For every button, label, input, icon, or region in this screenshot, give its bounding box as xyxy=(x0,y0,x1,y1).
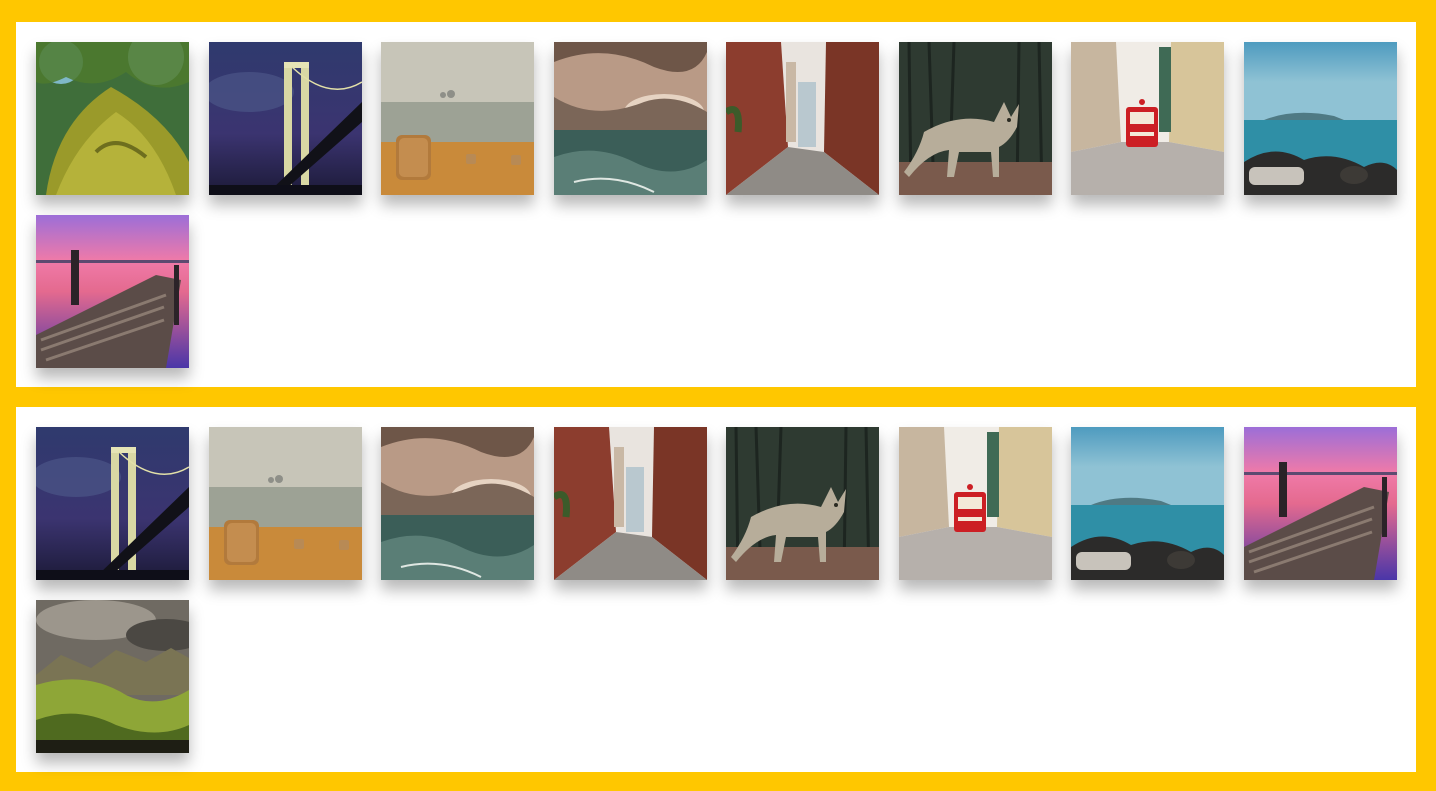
bridge-night-image[interactable] xyxy=(36,427,189,580)
pink-pier-image[interactable] xyxy=(1244,427,1397,580)
alley-image[interactable] xyxy=(554,427,707,580)
red-tram-street-image[interactable] xyxy=(1071,42,1224,195)
coyote-image[interactable] xyxy=(726,427,879,580)
coast-rocks-image[interactable] xyxy=(1071,427,1224,580)
sea-sunset-image[interactable] xyxy=(554,42,707,195)
coast-rocks-image[interactable] xyxy=(1244,42,1397,195)
gallery-panel-1 xyxy=(16,22,1416,387)
pink-pier-image[interactable] xyxy=(36,215,189,368)
red-tram-street-image[interactable] xyxy=(899,427,1052,580)
sea-sunset-image[interactable] xyxy=(381,427,534,580)
moss-trunk-image[interactable] xyxy=(36,42,189,195)
gallery-page xyxy=(0,0,1436,791)
bridge-night-image[interactable] xyxy=(209,42,362,195)
gallery-panel-2 xyxy=(16,407,1416,772)
alley-image[interactable] xyxy=(726,42,879,195)
mountain-valley-image[interactable] xyxy=(36,600,189,753)
hay-bales-image[interactable] xyxy=(209,427,362,580)
coyote-image[interactable] xyxy=(899,42,1052,195)
hay-bales-image[interactable] xyxy=(381,42,534,195)
